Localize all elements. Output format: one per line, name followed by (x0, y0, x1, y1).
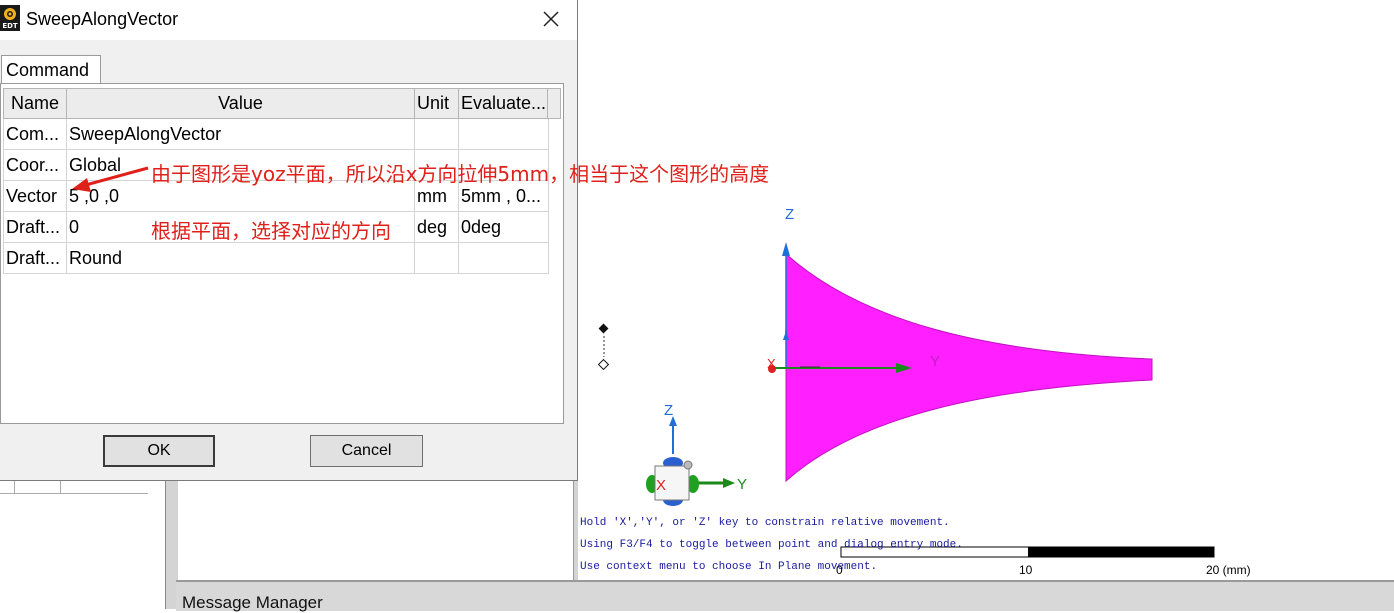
message-manager-label: Message Manager (182, 593, 323, 612)
cell-name: Draft... (3, 211, 67, 243)
model-z-arrowhead (782, 242, 790, 256)
hint-line-3: Use context menu to choose In Plane move… (580, 561, 878, 573)
annotation-arrow-icon (72, 166, 149, 192)
cell-unit (414, 118, 459, 150)
tab-command-label: Command (6, 60, 90, 80)
cell-name: Draft... (3, 242, 67, 274)
column-header-value[interactable]: Value (66, 88, 415, 119)
triad-z-label: Z (664, 402, 674, 419)
column-header-name[interactable]: Name (3, 88, 67, 119)
snap-marker-bottom (597, 358, 610, 371)
snap-marker-top (598, 323, 609, 334)
cell-evaluated (457, 242, 550, 274)
hint-line-1: Hold 'X','Y', or 'Z' key to constrain re… (580, 517, 950, 529)
model-x-label: X (767, 356, 776, 371)
triad-y-label: Y (737, 476, 748, 493)
model-z-label: Z (785, 206, 795, 223)
table-header-filler (547, 88, 561, 119)
svg-text:EDT: EDT (2, 22, 18, 30)
cell-unit (414, 242, 459, 274)
cell-value[interactable]: SweepAlongVector (66, 118, 415, 150)
ruler-tick-10: 10 (1019, 563, 1033, 577)
column-header-evaluated[interactable]: Evaluate... (457, 88, 550, 119)
app-logo-icon: EDT (0, 5, 20, 31)
table-row[interactable]: Com... SweepAlongVector (3, 118, 550, 150)
triad-x-label: X (656, 477, 667, 494)
table-header-row: Name Value Unit Evaluate... (3, 88, 550, 119)
cell-name: Com... (3, 118, 67, 150)
cell-name: Vector (3, 180, 67, 212)
ok-button[interactable]: OK (103, 435, 215, 467)
dialog-title: SweepAlongVector (26, 9, 179, 29)
hint-line-2: Using F3/F4 to toggle between point and … (580, 539, 963, 551)
close-icon[interactable] (536, 5, 566, 33)
cell-evaluated: 0deg (457, 211, 550, 243)
ruler-tick-0: 0 (836, 563, 843, 577)
cell-name: Coor... (3, 149, 67, 181)
ruler-tick-20: 20 (mm) (1206, 563, 1251, 577)
message-manager-bar[interactable]: Message Manager (176, 580, 1394, 612)
dialog-title-bar[interactable]: EDT SweepAlongVector (0, 0, 577, 40)
column-header-unit[interactable]: Unit (414, 88, 459, 119)
cell-value[interactable]: Round (66, 242, 415, 274)
tab-command[interactable]: Command (1, 55, 101, 83)
annotation-note-1: 由于图形是yoz平面，所以沿x方向拉伸5mm，相当于这个图形的高度 (151, 162, 770, 186)
table-row[interactable]: Draft... Round (3, 242, 550, 274)
cell-unit: deg (414, 211, 459, 243)
cancel-button[interactable]: Cancel (310, 435, 423, 467)
model-y-label: Y (930, 353, 941, 370)
cell-evaluated (457, 118, 550, 150)
annotation-note-2: 根据平面，选择对应的方向 (151, 219, 391, 243)
